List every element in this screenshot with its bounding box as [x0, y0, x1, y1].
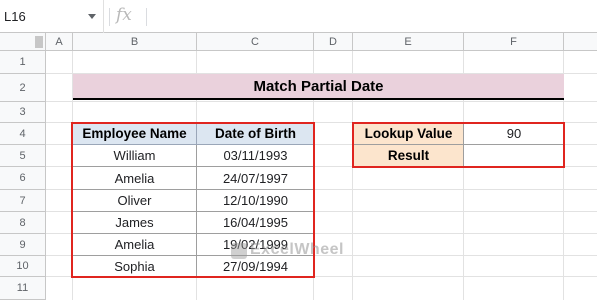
row-header-1[interactable]: 1	[0, 51, 46, 74]
lookup-highlight-border	[352, 122, 565, 168]
chevron-down-icon[interactable]	[88, 14, 96, 19]
formula-input[interactable]	[150, 0, 597, 33]
column-header-b[interactable]: B	[73, 33, 197, 51]
column-header-d[interactable]: D	[314, 33, 353, 51]
row-header-9[interactable]: 9	[0, 234, 46, 256]
grid-line	[46, 101, 597, 102]
row-header-8[interactable]: 8	[0, 212, 46, 234]
sheet-title[interactable]: Match Partial Date	[73, 74, 564, 100]
column-header-e[interactable]: E	[353, 33, 464, 51]
function-icon: fx	[116, 5, 132, 25]
column-header-a[interactable]: A	[46, 33, 73, 51]
row-header-3[interactable]: 3	[0, 102, 46, 123]
row-header-6[interactable]: 6	[0, 167, 46, 190]
column-header-c[interactable]: C	[197, 33, 314, 51]
row-header-11[interactable]: 11	[0, 277, 46, 300]
divider	[146, 8, 147, 26]
corner-shade	[35, 36, 43, 48]
row-header-7[interactable]: 7	[0, 190, 46, 212]
divider	[109, 8, 110, 26]
row-header-10[interactable]: 10	[0, 256, 46, 277]
row-header-4[interactable]: 4	[0, 123, 46, 145]
watermark-logo	[231, 243, 247, 259]
column-header-f[interactable]: F	[464, 33, 564, 51]
column-header-g[interactable]	[564, 33, 597, 51]
row-header-2[interactable]: 2	[0, 74, 46, 102]
watermark: ExcelWheel	[250, 241, 344, 258]
name-box-value: L16	[4, 9, 26, 24]
row-header-5[interactable]: 5	[0, 145, 46, 167]
